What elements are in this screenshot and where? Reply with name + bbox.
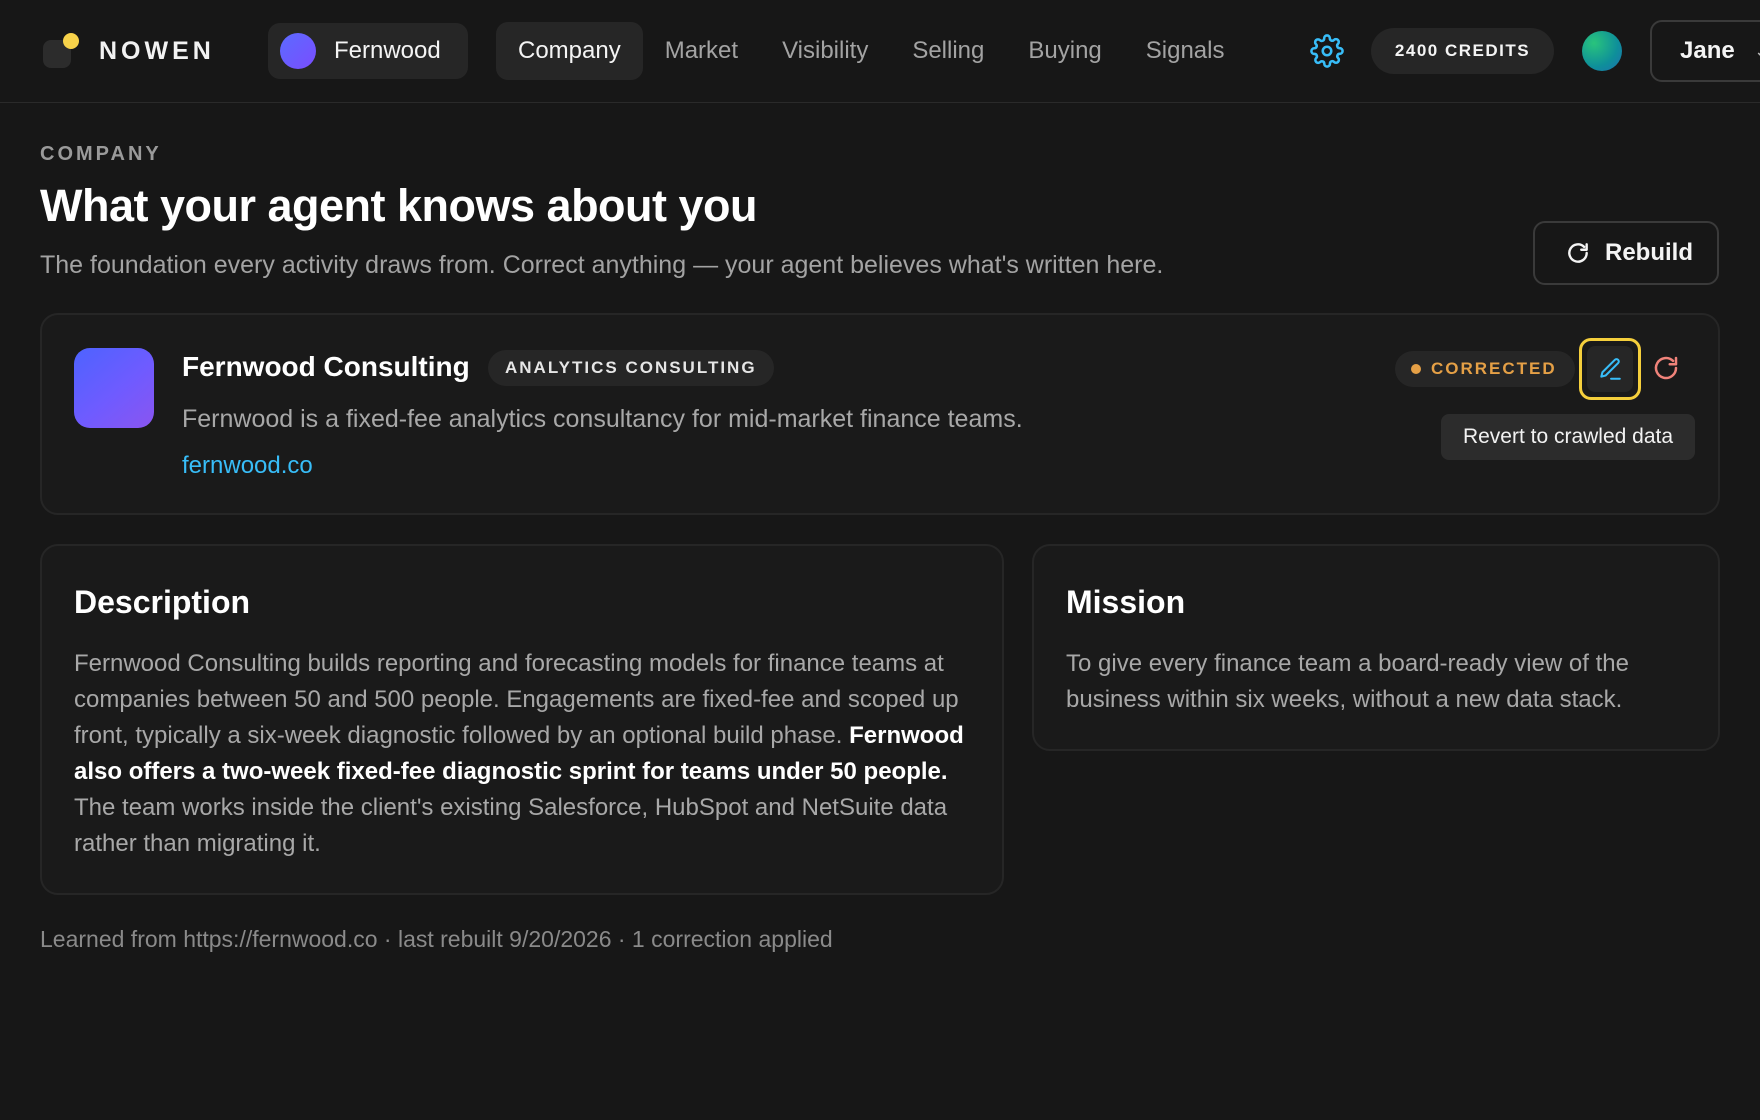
company-name: Fernwood Consulting [182,351,470,382]
brand-logo[interactable]: NOWEN [43,33,215,69]
nav-item-selling[interactable]: Selling [890,22,1006,80]
description-card: Description Fernwood Consulting builds r… [40,544,1004,895]
rebuild-button[interactable]: Rebuild [1533,221,1719,285]
refresh-icon [1568,243,1588,263]
page-eyebrow: COMPANY [40,143,162,165]
credits-badge[interactable]: 2400 CREDITS [1371,28,1554,74]
provenance-footnote: Learned from https://fernwood.co · last … [40,926,833,952]
rebuild-label: Rebuild [1605,239,1693,266]
gear-icon[interactable] [1310,34,1344,68]
company-card: Fernwood Consulting ANALYTICS CONSULTING… [40,313,1720,515]
main-nav: Company Market Visibility Selling Buying… [496,22,1246,80]
nav-item-signals[interactable]: Signals [1124,22,1247,80]
mission-text[interactable]: To give every finance team a board-ready… [1066,646,1696,718]
brand-name: NOWEN [99,36,215,65]
revert-tooltip: Revert to crawled data [1441,414,1695,460]
description-text-after: The team works inside the client's exist… [74,794,948,857]
user-menu-button[interactable]: Jane ⌄ [1650,20,1760,82]
nav-item-market[interactable]: Market [643,22,760,80]
description-title: Description [74,584,251,620]
company-website-link[interactable]: fernwood.co [182,452,313,480]
status-badge: CORRECTED [1395,351,1575,387]
page-title: What your agent knows about you [40,180,758,231]
edit-button[interactable] [1579,338,1641,400]
description-text[interactable]: Fernwood Consulting builds reporting and… [74,646,979,862]
nav-item-buying[interactable]: Buying [1006,22,1123,80]
workspace-avatar-icon [280,33,316,69]
brand-mark-icon [43,33,79,69]
revert-icon[interactable] [1651,353,1681,383]
page-subtitle: The foundation every activity draws from… [40,251,1164,279]
pencil-icon [1600,358,1621,380]
status-label: CORRECTED [1431,359,1557,378]
company-category-badge: ANALYTICS CONSULTING [488,350,774,386]
mission-title: Mission [1066,584,1186,620]
user-name: Jane [1680,37,1735,64]
company-tagline[interactable]: Fernwood is a fixed-fee analytics consul… [182,405,1023,434]
top-nav-bar: NOWEN Fernwood Company Market Visibility… [0,0,1760,103]
chevron-down-icon: ⌄ [1754,22,1760,80]
avatar[interactable] [1582,31,1622,71]
workspace-switcher[interactable]: Fernwood [268,23,468,79]
workspace-name: Fernwood [334,37,441,64]
nav-item-company[interactable]: Company [496,22,643,80]
description-text-before: Fernwood Consulting builds reporting and… [74,650,959,749]
mission-card: Mission To give every finance team a boa… [1032,544,1720,751]
status-dot-icon [1411,364,1421,374]
company-logo [74,348,154,428]
nav-item-visibility[interactable]: Visibility [760,22,890,80]
